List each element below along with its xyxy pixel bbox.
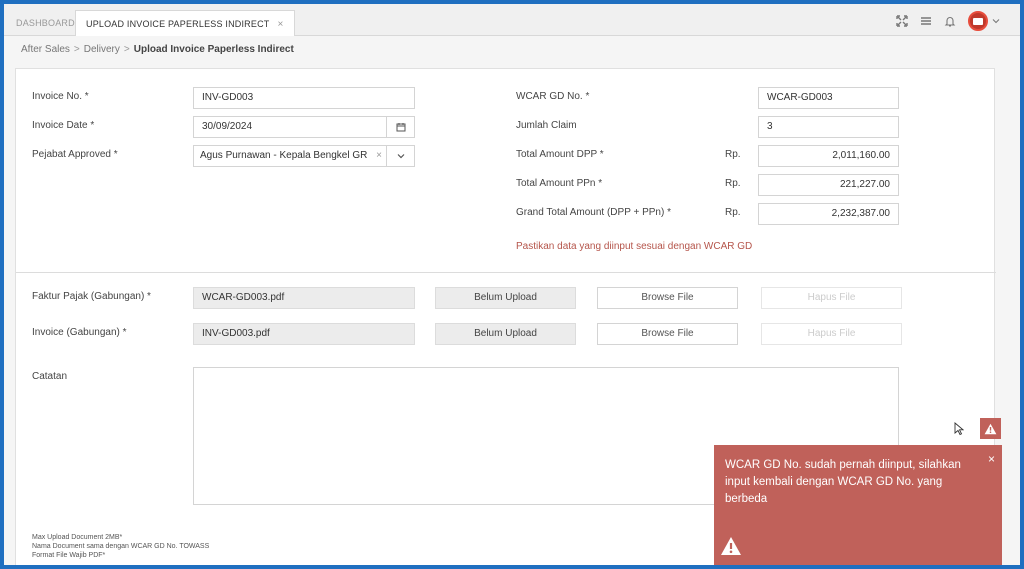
section-divider [16, 272, 996, 273]
chevron-down-icon [397, 154, 404, 159]
tab-close-icon[interactable]: × [277, 19, 283, 30]
tab-dashboard[interactable]: DASHBOARD [6, 10, 85, 36]
calendar-button[interactable] [386, 117, 414, 137]
toast-message: WCAR GD No. sudah pernah diinput, silahk… [725, 459, 961, 505]
menu-icon[interactable] [920, 15, 932, 27]
invoice-no-input[interactable]: INV-GD003 [193, 87, 415, 109]
error-toast: WCAR GD No. sudah pernah diinput, silahk… [714, 445, 1002, 565]
invoice-date-input[interactable]: 30/09/2024 [193, 116, 415, 138]
note-document-name: Nama Document sama dengan WCAR GD No. TO… [32, 543, 210, 550]
avatar[interactable] [968, 11, 988, 31]
breadcrumb-after-sales[interactable]: After Sales [21, 44, 70, 55]
pejabat-approved-label: Pejabat Approved * [32, 149, 118, 160]
pejabat-approved-value: Agus Purnawan - Kepala Bengkel GR [200, 150, 368, 161]
faktur-pajak-label: Faktur Pajak (Gabungan) * [32, 291, 151, 302]
tab-bar: DASHBOARD UPLOAD INVOICE PAPERLESS INDIR… [4, 4, 1020, 36]
invoice-gabungan-status: Belum Upload [435, 323, 576, 345]
total-ppn-input[interactable]: 221,227.00 [758, 174, 899, 196]
invoice-gabungan-file: INV-GD003.pdf [193, 323, 415, 345]
tab-upload-invoice-label: UPLOAD INVOICE PAPERLESS INDIRECT [86, 19, 270, 29]
pejabat-approved-select[interactable]: Agus Purnawan - Kepala Bengkel GR × [193, 145, 415, 167]
warning-icon [721, 537, 741, 555]
note-format: Format File Wajib PDF* [32, 552, 106, 559]
breadcrumb-current: Upload Invoice Paperless Indirect [133, 44, 294, 55]
upload-notes: Max Upload Document 2MB* Nama Document s… [32, 533, 209, 560]
dropdown-toggle[interactable] [386, 146, 414, 166]
catatan-label: Catatan [32, 371, 68, 382]
jumlah-claim-input[interactable]: 3 [758, 116, 899, 138]
invoice-gabungan-label: Invoice (Gabungan) * [32, 327, 127, 338]
wcar-gd-no-label: WCAR GD No. * [516, 91, 590, 102]
grand-total-currency: Rp. [725, 207, 741, 218]
tab-upload-invoice[interactable]: UPLOAD INVOICE PAPERLESS INDIRECT × [75, 10, 295, 36]
invoice-no-label: Invoice No. * [32, 91, 89, 102]
top-toolbar [896, 10, 1000, 32]
warning-icon [984, 423, 997, 434]
grand-total-label: Grand Total Amount (DPP + PPn) * [516, 207, 671, 218]
invoice-date-value: 30/09/2024 [202, 121, 253, 132]
total-dpp-currency: Rp. [725, 149, 741, 160]
jumlah-claim-label: Jumlah Claim [516, 120, 577, 131]
note-max-size: Max Upload Document 2MB* [32, 534, 123, 541]
invoice-delete-button[interactable]: Hapus File [761, 323, 902, 345]
wcar-gd-no-input[interactable]: WCAR-GD003 [758, 87, 899, 109]
faktur-browse-button[interactable]: Browse File [597, 287, 738, 309]
chevron-down-icon[interactable] [992, 17, 1000, 25]
breadcrumb-delivery[interactable]: Delivery [84, 44, 120, 55]
breadcrumb: After Sales > Delivery > Upload Invoice Pape… [21, 44, 294, 55]
calendar-icon [396, 123, 405, 132]
total-ppn-currency: Rp. [725, 178, 741, 189]
bell-icon[interactable] [944, 15, 956, 27]
close-icon[interactable]: × [988, 452, 995, 466]
total-dpp-input[interactable]: 2,011,160.00 [758, 145, 899, 167]
total-dpp-label: Total Amount DPP * [516, 149, 604, 160]
faktur-pajak-status: Belum Upload [435, 287, 576, 309]
clear-selection-icon[interactable]: × [376, 146, 382, 166]
validation-hint: Pastikan data yang diinput sesuai dengan… [516, 241, 753, 252]
invoice-date-label: Invoice Date * [32, 120, 95, 131]
total-ppn-label: Total Amount PPn * [516, 178, 603, 189]
breadcrumb-separator: > [123, 44, 130, 55]
breadcrumb-separator: > [73, 44, 80, 55]
faktur-pajak-file: WCAR-GD003.pdf [193, 287, 415, 309]
mouse-cursor-icon [954, 422, 964, 436]
invoice-browse-button[interactable]: Browse File [597, 323, 738, 345]
tab-dashboard-label: DASHBOARD [16, 18, 75, 28]
fullscreen-icon[interactable] [896, 15, 908, 27]
notification-warning-badge[interactable] [980, 418, 1001, 439]
grand-total-input[interactable]: 2,232,387.00 [758, 203, 899, 225]
faktur-delete-button[interactable]: Hapus File [761, 287, 902, 309]
app-frame: DASHBOARD UPLOAD INVOICE PAPERLESS INDIR… [4, 4, 1020, 565]
